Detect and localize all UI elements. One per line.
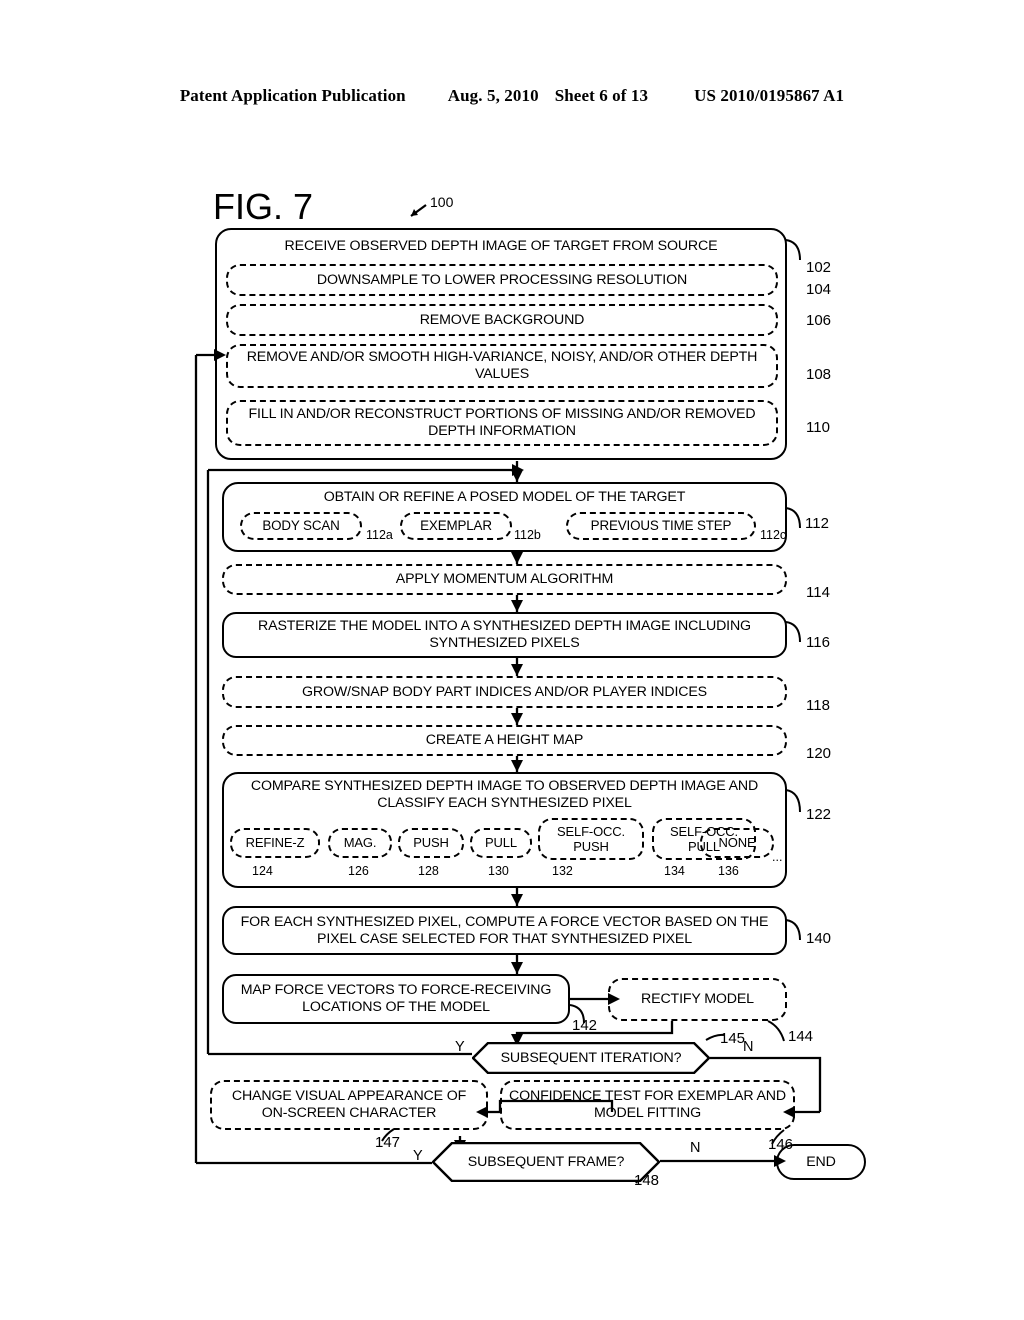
ref-122: 122: [806, 806, 832, 823]
ref-112c: 112c: [760, 528, 787, 542]
step-140-box: FOR EACH SYNTHESIZED PIXEL, COMPUTE A FO…: [222, 906, 787, 955]
step-118-label: GROW/SNAP BODY PART INDICES AND/OR PLAYE…: [302, 683, 707, 700]
step-142-box: MAP FORCE VECTORS TO FORCE-RECEIVING LOC…: [222, 974, 570, 1024]
ref-142: 142: [572, 1017, 598, 1034]
step-144-box: RECTIFY MODEL: [608, 978, 787, 1021]
header-publication: Patent Application Publication: [179, 86, 406, 105]
option-112b-box: EXEMPLAR: [400, 512, 512, 540]
case-128-box: PUSH: [398, 828, 464, 858]
decision-148: SUBSEQUENT FRAME?: [432, 1142, 660, 1182]
option-112a-box: BODY SCAN: [240, 512, 362, 540]
step-104-box: DOWNSAMPLE TO LOWER PROCESSING RESOLUTIO…: [226, 264, 778, 296]
step-108-box: REMOVE AND/OR SMOOTH HIGH-VARIANCE, NOIS…: [226, 344, 778, 388]
step-147-box: CHANGE VISUAL APPEARANCE OF ON-SCREEN CH…: [210, 1080, 488, 1130]
step-104-label: DOWNSAMPLE TO LOWER PROCESSING RESOLUTIO…: [316, 271, 688, 288]
ref-114: 114: [806, 584, 830, 601]
step-147-label: CHANGE VISUAL APPEARANCE OF ON-SCREEN CH…: [231, 1088, 467, 1121]
page-header: Patent Application Publication Aug. 5, 2…: [0, 86, 1024, 106]
ref-108: 108: [806, 366, 832, 383]
step-140-label: FOR EACH SYNTHESIZED PIXEL, COMPUTE A FO…: [240, 913, 769, 947]
ref-148: 148: [634, 1172, 660, 1189]
ref-124: 124: [252, 864, 273, 878]
option-112a-label: BODY SCAN: [262, 518, 340, 534]
step-144-label: RECTIFY MODEL: [641, 991, 754, 1008]
ref-112b: 112b: [514, 528, 541, 542]
option-112b-label: EXEMPLAR: [420, 518, 492, 534]
step-120-label: CREATE A HEIGHT MAP: [425, 732, 584, 749]
case-130-label: PULL: [485, 835, 517, 851]
step-114-label: APPLY MOMENTUM ALGORITHM: [395, 571, 614, 588]
step-118-box: GROW/SNAP BODY PART INDICES AND/OR PLAYE…: [222, 676, 787, 708]
ref-104: 104: [806, 281, 832, 298]
ref-106: 106: [806, 312, 832, 329]
case-132-label: SELF-OCC. PUSH: [557, 823, 625, 854]
ref-145: 145: [720, 1030, 746, 1047]
header-sheet: Sheet 6 of 13: [554, 86, 649, 105]
ref-134: 134: [664, 864, 685, 878]
decision-145: SUBSEQUENT ITERATION?: [472, 1042, 710, 1074]
ref-147: 147: [375, 1134, 401, 1151]
case-124-label: REFINE-Z: [245, 835, 305, 851]
step-114-box: APPLY MOMENTUM ALGORITHM: [222, 564, 787, 595]
case-126-label: MAG.: [343, 835, 377, 851]
ref-130: 130: [488, 864, 509, 878]
step-108-label: REMOVE AND/OR SMOOTH HIGH-VARIANCE, NOIS…: [246, 349, 758, 382]
ref-120: 120: [806, 745, 832, 762]
ref-132: 132: [552, 864, 573, 878]
step-146-box: CONFIDENCE TEST FOR EXEMPLAR AND MODEL F…: [500, 1080, 795, 1130]
step-106-label: REMOVE BACKGROUND: [419, 311, 585, 328]
step-146-label: CONFIDENCE TEST FOR EXEMPLAR AND MODEL F…: [509, 1088, 786, 1121]
step-102-title: RECEIVE OBSERVED DEPTH IMAGE OF TARGET F…: [284, 238, 718, 254]
case-136-label: NONE: [718, 835, 756, 851]
step-116-label: RASTERIZE THE MODEL INTO A SYNTHESIZED D…: [258, 618, 751, 651]
ref-102: 102: [806, 259, 832, 276]
case-132-box: SELF-OCC. PUSH: [538, 818, 644, 860]
case-124-box: REFINE-Z: [230, 828, 320, 858]
step-120-box: CREATE A HEIGHT MAP: [222, 725, 787, 756]
case-136-box: NONE: [700, 828, 774, 858]
ref-144: 144: [788, 1028, 814, 1045]
decision-145-yes: Y: [455, 1039, 465, 1055]
ref-118: 118: [806, 697, 830, 714]
decision-145-label: SUBSEQUENT ITERATION?: [500, 1049, 682, 1066]
header-date: Aug. 5, 2010: [447, 86, 539, 105]
step-112-title: OBTAIN OR REFINE A POSED MODEL OF THE TA…: [323, 489, 686, 505]
ref-116: 116: [806, 634, 830, 651]
option-112c-box: PREVIOUS TIME STEP: [566, 512, 756, 540]
header-patent-number: US 2010/0195867 A1: [694, 86, 845, 105]
lead-line-arrow-100: [410, 204, 427, 217]
step-106-box: REMOVE BACKGROUND: [226, 304, 778, 336]
case-126-box: MAG.: [328, 828, 392, 858]
ref-140: 140: [806, 930, 832, 947]
ref-112: 112: [805, 515, 829, 532]
step-110-box: FILL IN AND/OR RECONSTRUCT PORTIONS OF M…: [226, 400, 778, 446]
case-128-label: PUSH: [413, 835, 449, 851]
step-122-title: COMPARE SYNTHESIZED DEPTH IMAGE TO OBSER…: [250, 778, 759, 811]
decision-148-no: N: [690, 1140, 701, 1156]
figure-title: FIG. 7: [213, 186, 314, 227]
terminal-end-box: END: [776, 1144, 866, 1180]
case-list-ellipsis: ...: [772, 850, 783, 864]
ref-110: 110: [806, 419, 830, 436]
step-116-box: RASTERIZE THE MODEL INTO A SYNTHESIZED D…: [222, 612, 787, 658]
ref-112a: 112a: [366, 528, 393, 542]
ref-128: 128: [418, 864, 439, 878]
decision-148-yes: Y: [413, 1148, 423, 1164]
decision-148-label: SUBSEQUENT FRAME?: [467, 1153, 625, 1170]
terminal-end-label: END: [806, 1153, 836, 1170]
case-130-box: PULL: [470, 828, 532, 858]
ref-126: 126: [348, 864, 369, 878]
step-110-label: FILL IN AND/OR RECONSTRUCT PORTIONS OF M…: [248, 406, 756, 439]
step-142-label: MAP FORCE VECTORS TO FORCE-RECEIVING LOC…: [240, 982, 552, 1015]
option-112c-label: PREVIOUS TIME STEP: [590, 518, 732, 534]
decision-145-no: N: [743, 1039, 754, 1055]
figure-lead-ref: 100: [430, 194, 454, 210]
ref-136: 136: [718, 864, 739, 878]
